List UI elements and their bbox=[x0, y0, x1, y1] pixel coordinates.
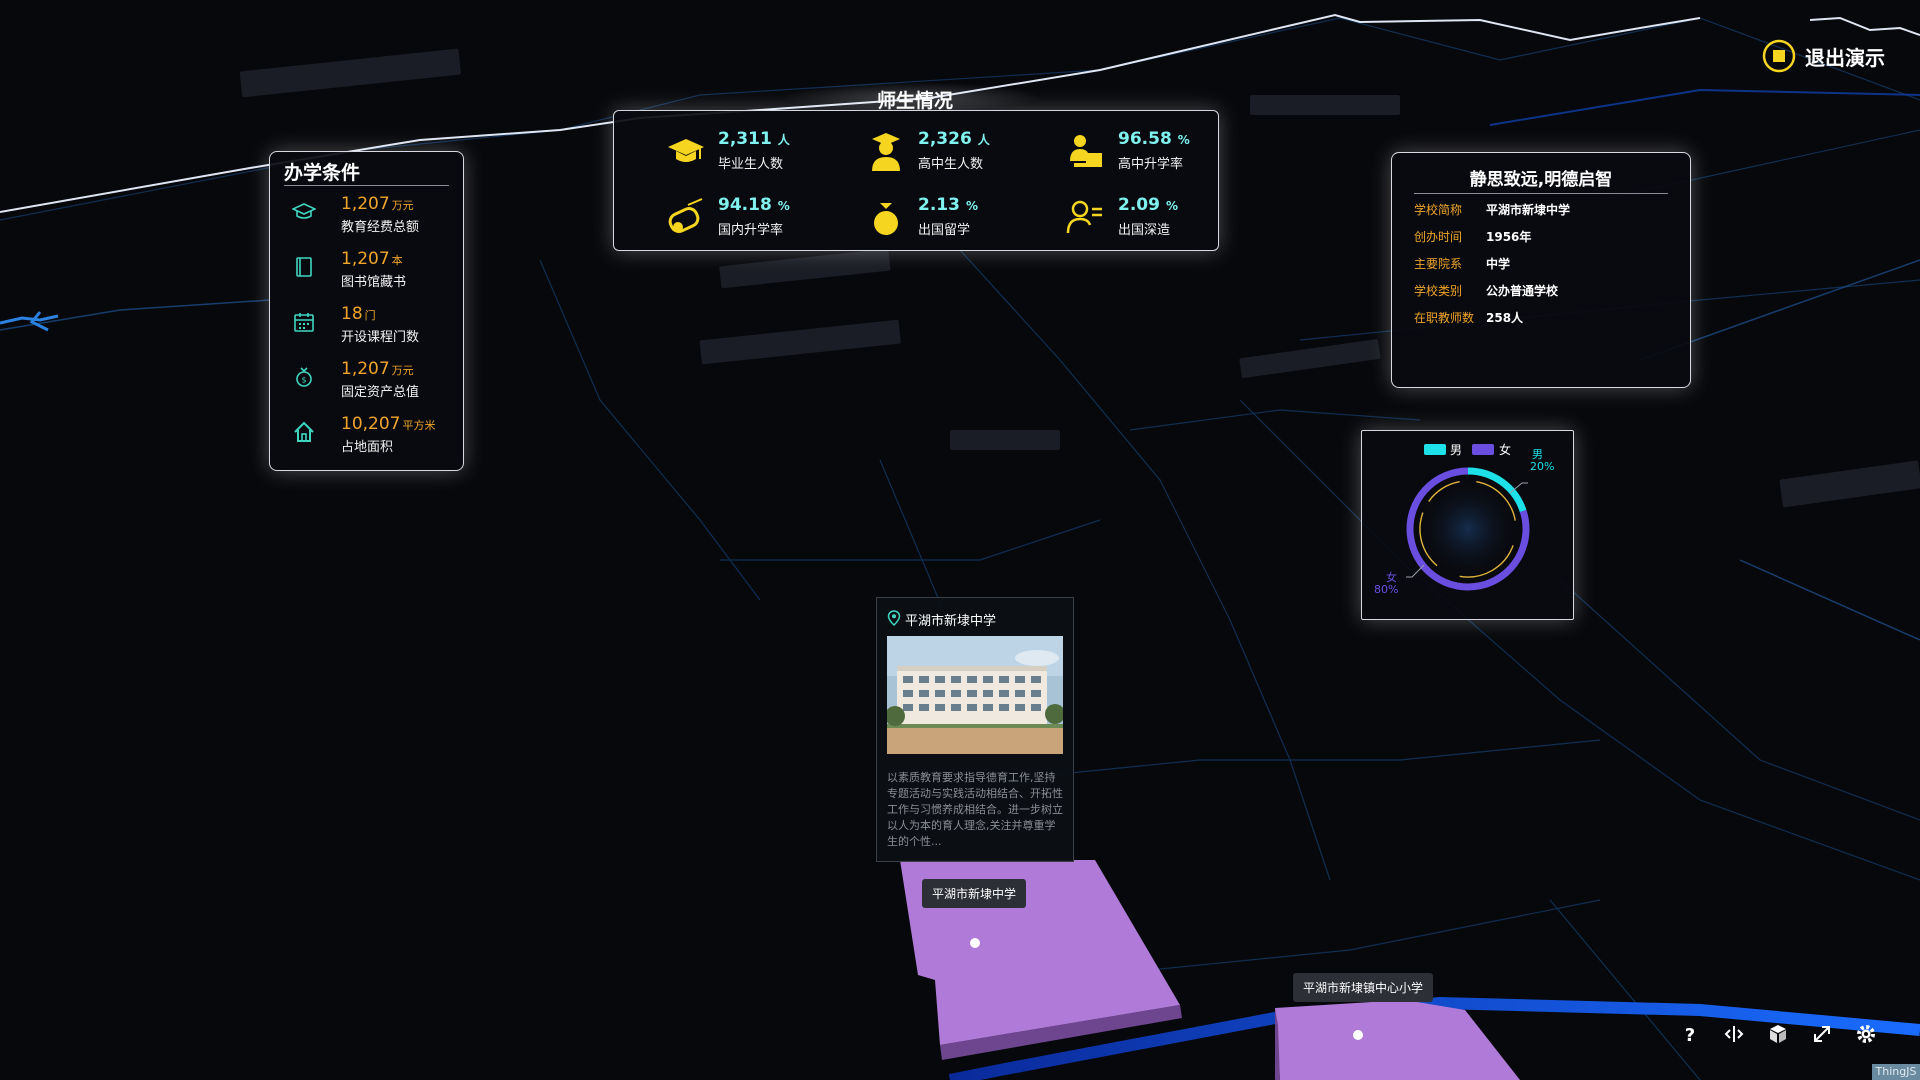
top-panel-title: 师生情况 bbox=[876, 90, 953, 112]
panel-title: 办学条件 bbox=[284, 162, 361, 184]
info-value: 平湖市新埭中学 bbox=[1486, 203, 1571, 217]
cube-icon[interactable] bbox=[1766, 1022, 1790, 1046]
condition-land-area: 10,207 平方米 占地面积 bbox=[284, 414, 459, 460]
fullscreen-icon[interactable] bbox=[1810, 1022, 1834, 1046]
teacher-icon bbox=[1070, 135, 1102, 167]
stat-value: 2,311 人 bbox=[718, 129, 790, 149]
data-label-female-name: 女 bbox=[1386, 570, 1397, 584]
condition-library-books: 1,207 本 图书馆藏书 bbox=[284, 249, 459, 295]
condition-courses: 18 门 开设课程门数 bbox=[284, 304, 459, 350]
gender-donut-chart: 男 女 男 20% 女 80% bbox=[1361, 430, 1574, 620]
panel-title: 静思致远,明德启智 bbox=[1469, 170, 1613, 190]
brand-watermark: ThingJS bbox=[1872, 1064, 1920, 1080]
info-value: 公办普通学校 bbox=[1486, 284, 1559, 298]
info-key: 学校类别 bbox=[1414, 284, 1463, 298]
info-key: 学校简称 bbox=[1414, 203, 1463, 217]
condition-value: 1,207 万元 bbox=[341, 359, 414, 379]
stat-value: 2,326 人 bbox=[918, 129, 990, 149]
stat-value: 2.09% bbox=[1118, 195, 1178, 215]
money-bag-icon: $ bbox=[296, 367, 312, 387]
stat-high-school-rate: 96.58% 高中升学率 bbox=[1066, 129, 1246, 179]
home-icon bbox=[294, 421, 314, 442]
student-icon bbox=[872, 133, 900, 171]
legend-label-female: 女 bbox=[1499, 442, 1511, 457]
popup-title: 平湖市新埭中学 bbox=[905, 614, 997, 629]
stat-study-abroad: 2.13% 出国留学 bbox=[866, 195, 1046, 245]
condition-value: 1,207 万元 bbox=[341, 194, 414, 214]
donut-center-glow bbox=[1418, 479, 1518, 579]
location-pin-icon bbox=[887, 610, 901, 626]
stat-label: 出国留学 bbox=[918, 223, 971, 238]
donut-chart-svg: 男 女 男 20% 女 80% bbox=[1374, 442, 1554, 596]
school-conditions-panel: 办学条件 1,207 万元 教育经费总额 1,207 本 图书馆藏书 18 门 开设课… bbox=[269, 151, 464, 471]
condition-label: 教育经费总额 bbox=[341, 220, 420, 235]
data-label-male-percent: 20% bbox=[1530, 460, 1554, 473]
condition-label: 占地面积 bbox=[341, 440, 394, 455]
info-value: 258人 bbox=[1486, 311, 1524, 325]
info-value: 1956年 bbox=[1486, 230, 1532, 244]
stat-further-study: 2.09% 出国深造 bbox=[1066, 195, 1246, 245]
settings-icon[interactable] bbox=[1854, 1022, 1878, 1046]
info-value: 中学 bbox=[1486, 257, 1511, 271]
legend-swatch-male bbox=[1424, 444, 1446, 455]
stat-label: 高中升学率 bbox=[1118, 157, 1184, 172]
location-marker-2[interactable] bbox=[1353, 1030, 1363, 1040]
primary-school-region-block[interactable] bbox=[1275, 1000, 1520, 1080]
stat-label: 国内升学率 bbox=[718, 223, 784, 238]
condition-value: 1,207 本 bbox=[341, 249, 403, 269]
legend-label-male: 男 bbox=[1450, 443, 1462, 457]
stop-icon bbox=[1762, 39, 1796, 73]
title-divider bbox=[284, 185, 449, 186]
stat-value: 2.13% bbox=[918, 195, 978, 215]
graduation-cap-icon bbox=[292, 203, 316, 219]
stat-value: 94.18% bbox=[718, 195, 790, 215]
map-tag-middle-school[interactable]: 平湖市新埭中学 bbox=[922, 879, 1027, 908]
stat-value: 96.58% bbox=[1118, 129, 1190, 149]
stat-domestic-rate: 94.18% 国内升学率 bbox=[666, 195, 846, 245]
svg-text:?: ? bbox=[1685, 1025, 1695, 1046]
person-list-icon bbox=[1066, 200, 1102, 234]
help-icon[interactable]: ? bbox=[1678, 1022, 1702, 1046]
data-label-female-percent: 80% bbox=[1374, 583, 1398, 596]
svg-text:$: $ bbox=[301, 376, 306, 385]
condition-value: 18 门 bbox=[341, 304, 376, 324]
school-popup-card[interactable]: 平湖市新埭中学 以素质教育要求指导德育工作,坚持专题活动与实践活动相结合、开拓性… bbox=[876, 597, 1074, 862]
condition-label: 图书馆藏书 bbox=[341, 275, 407, 290]
stat-label: 出国深造 bbox=[1118, 223, 1171, 238]
condition-label: 固定资产总值 bbox=[341, 385, 420, 400]
teacher-student-panel: 2,311 人 毕业生人数 2,326 人 高中生人数 96.58% 高中升学率 9… bbox=[613, 110, 1219, 251]
graduation-cap-icon bbox=[668, 139, 704, 162]
money-bag-icon bbox=[874, 203, 898, 235]
info-key: 主要院系 bbox=[1414, 257, 1463, 271]
school-info-panel: 静思致远,明德启智 学校简称 平湖市新埭中学 创办时间 1956年 主要院系 中… bbox=[1391, 152, 1691, 388]
info-key: 在职教师数 bbox=[1414, 311, 1475, 325]
condition-value: 10,207 平方米 bbox=[341, 414, 436, 434]
school-photo[interactable] bbox=[887, 636, 1063, 754]
orbit-icon[interactable] bbox=[1722, 1022, 1746, 1046]
condition-fixed-assets: $ 1,207 万元 固定资产总值 bbox=[284, 359, 459, 405]
location-marker[interactable] bbox=[970, 938, 980, 948]
title-divider bbox=[1414, 193, 1668, 194]
exit-demo-label: 退出演示 bbox=[1805, 46, 1885, 70]
info-key: 创办时间 bbox=[1414, 230, 1463, 244]
calendar-icon bbox=[294, 313, 314, 332]
stat-graduates: 2,311 人 毕业生人数 bbox=[666, 129, 846, 179]
stat-label: 高中生人数 bbox=[918, 157, 984, 172]
book-icon bbox=[296, 257, 312, 277]
exit-demo-button[interactable]: 退出演示 bbox=[1761, 38, 1911, 74]
stat-high-school-students: 2,326 人 高中生人数 bbox=[866, 129, 1046, 179]
condition-funding: 1,207 万元 教育经费总额 bbox=[284, 194, 459, 240]
legend-swatch-female bbox=[1472, 444, 1494, 455]
map-tag-primary-school[interactable]: 平湖市新埭镇中心小学 bbox=[1293, 973, 1434, 1002]
condition-label: 开设课程门数 bbox=[341, 330, 420, 345]
diploma-icon bbox=[668, 198, 703, 233]
road-segment-3 bbox=[1489, 88, 1920, 126]
stat-label: 毕业生人数 bbox=[718, 157, 784, 172]
popup-description: 以素质教育要求指导德育工作,坚持专题活动与实践活动相结合、开拓性工作与习惯养成相… bbox=[887, 771, 1063, 848]
region-boundary-line-2 bbox=[1809, 16, 1920, 36]
